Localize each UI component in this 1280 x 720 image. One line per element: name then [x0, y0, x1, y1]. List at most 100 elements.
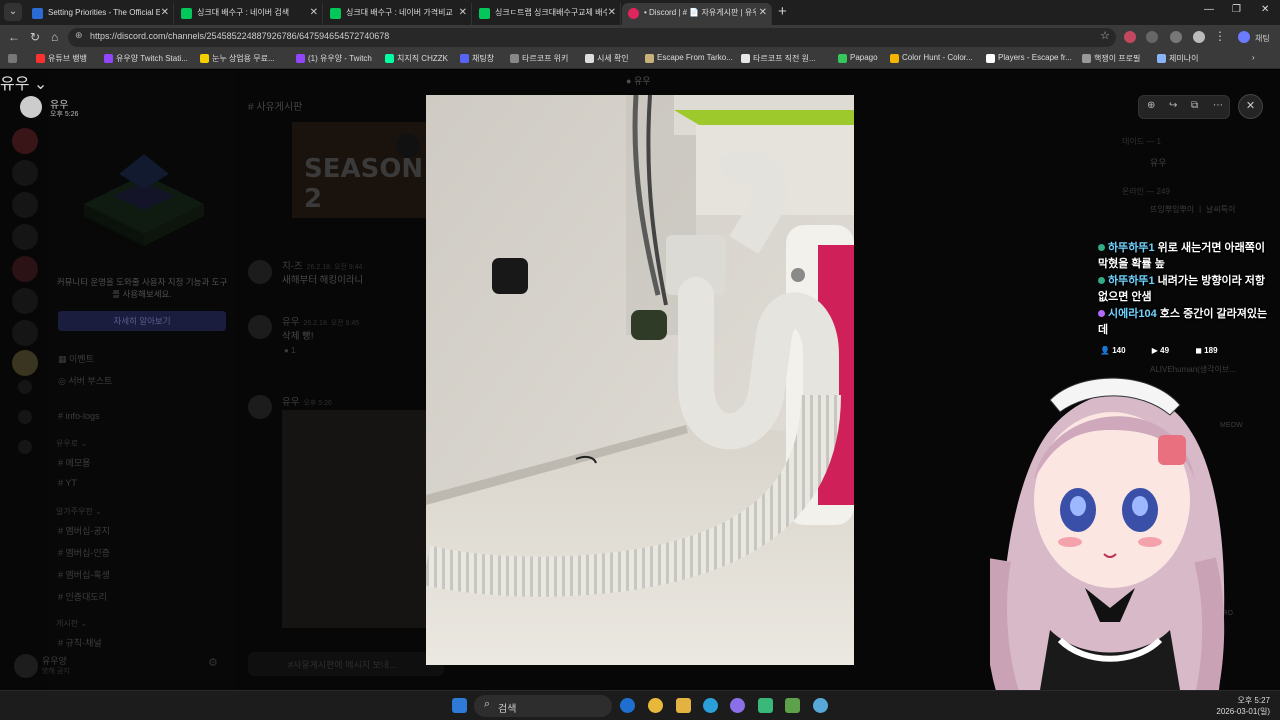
close-tab-icon[interactable]: ✕ — [459, 3, 467, 23]
app-icon[interactable] — [813, 698, 828, 713]
download-icon[interactable] — [18, 440, 32, 454]
profile-avatar[interactable] — [1193, 31, 1205, 43]
lightbox-image[interactable] — [426, 95, 854, 665]
server-avatar[interactable] — [20, 96, 42, 118]
home-icon[interactable]: ⌂ — [51, 30, 58, 44]
server-icon[interactable] — [12, 224, 38, 250]
bookmark-item[interactable]: 눈누 상업용 무료... — [200, 53, 275, 64]
more-bookmarks-icon[interactable]: › — [1252, 53, 1255, 62]
user-avatar[interactable] — [14, 654, 38, 678]
bookmark-item[interactable]: 타르코프 직전 원... — [741, 53, 816, 64]
bookmark-star-icon[interactable]: ☆ — [1100, 29, 1110, 42]
system-clock[interactable]: 오후 5:27 2026-03-01(일) — [1216, 695, 1270, 717]
server-icon[interactable] — [12, 350, 38, 376]
open-external-icon[interactable]: ⧉ — [1191, 100, 1198, 111]
browser-tab[interactable]: 싱크대 배수구 : 네이버 가격비교 ✕ — [324, 3, 472, 25]
bookmark-item[interactable]: 시세 확인 — [585, 53, 629, 64]
zoom-in-icon[interactable]: ⊕ — [1147, 100, 1155, 111]
address-bar[interactable]: ⊕ https://discord.com/channels/254585224… — [68, 28, 1116, 47]
browser-tab-active[interactable]: • Discord | # 📄 자유게시판 | 유우 ✕ — [622, 3, 772, 25]
server-icon[interactable] — [12, 288, 38, 314]
channel-item[interactable]: # 멤버십-공지 — [58, 524, 110, 537]
add-server-icon[interactable] — [18, 380, 32, 394]
server-icon[interactable] — [12, 320, 38, 346]
bookmark-item[interactable]: 타르코프 위키 — [510, 53, 568, 64]
close-tab-icon[interactable]: ✕ — [310, 3, 318, 23]
channel-item[interactable]: # info-logs — [58, 411, 100, 421]
more-icon[interactable]: ⋯ — [1213, 100, 1223, 111]
chat-button[interactable]: 채팅 — [1255, 32, 1270, 46]
member-item[interactable]: 뜨잉뿌잉뿌이 ㅣ 날씨특이 — [1150, 204, 1235, 215]
gemini-icon[interactable] — [1238, 31, 1250, 43]
close-window-button[interactable]: ✕ — [1261, 4, 1269, 15]
minimize-button[interactable]: — — [1204, 4, 1214, 15]
bookmark-item[interactable]: Papago — [838, 53, 878, 63]
menu-icon[interactable]: ⋮ — [1214, 29, 1226, 43]
bookmark-item[interactable]: 유우양 Twitch Stati... — [104, 53, 188, 64]
bookmark-item[interactable]: 제미나이 — [1157, 53, 1198, 64]
new-tab-button[interactable]: + — [778, 3, 787, 21]
channel-category[interactable]: 게시판 ⌄ — [56, 618, 87, 629]
reaction-pill[interactable]: ● 1 — [284, 346, 296, 355]
extension-puzzle-icon[interactable] — [1146, 31, 1158, 43]
message-author[interactable]: 치-즈 26.2.18. 오전 9:44 — [282, 258, 362, 272]
channel-category[interactable]: 유우로 ⌄ — [56, 438, 87, 449]
app-icon[interactable] — [785, 698, 800, 713]
browser-tab[interactable]: Setting Priorities - The Official Esc ✕ — [26, 3, 174, 25]
bookmark-item[interactable]: 유튜브 뱅뱅 — [36, 53, 87, 64]
avatar[interactable] — [248, 315, 272, 339]
video-embed-thumbnail[interactable]: SEASON 2 — [292, 122, 426, 218]
channel-item[interactable]: # YT — [58, 478, 77, 488]
channel-category[interactable]: 알가주우판 ⌄ — [56, 506, 102, 517]
avatar[interactable] — [248, 260, 272, 284]
close-lightbox-button[interactable]: ✕ — [1238, 94, 1263, 119]
close-tab-icon[interactable]: ✕ — [161, 3, 169, 23]
back-icon[interactable]: ← — [8, 30, 20, 44]
reload-icon[interactable]: ↻ — [30, 30, 40, 44]
bookmark-item[interactable]: (1) 유우양 - Twitch — [296, 53, 372, 64]
learn-more-button[interactable]: 자세히 알아보기 — [58, 311, 226, 331]
channel-item[interactable]: # 멤버십-인증 — [58, 546, 110, 559]
bookmark-item[interactable]: Players - Escape fr... — [986, 53, 1072, 63]
channel-item[interactable]: # 인증대도리 — [58, 590, 107, 603]
bookmark-item[interactable]: Escape From Tarko... — [645, 53, 733, 63]
channel-item[interactable]: ◎ 서버 부스트 — [58, 374, 112, 387]
site-info-icon[interactable]: ⊕ — [75, 30, 83, 41]
server-icon[interactable] — [12, 128, 38, 154]
browser-tab[interactable]: 싱크대 배수구 : 네이버 검색 ✕ — [175, 3, 323, 25]
message-composer[interactable]: #사유게시판에 메시지 보내... — [248, 652, 444, 676]
close-tab-icon[interactable]: ✕ — [608, 3, 616, 23]
channel-item[interactable]: # 멤버십-혹생 — [58, 568, 110, 581]
chrome-icon[interactable] — [648, 698, 663, 713]
message-author[interactable]: 유우 오후 5:26 — [282, 394, 332, 408]
app-icon[interactable] — [620, 698, 635, 713]
file-explorer-icon[interactable] — [676, 698, 691, 713]
image-attachment[interactable] — [282, 410, 426, 628]
play-icon[interactable] — [396, 134, 420, 158]
maximize-button[interactable]: ❐ — [1232, 4, 1241, 15]
channel-item[interactable]: # 메모용 — [58, 456, 90, 469]
bookmark-item[interactable]: Color Hunt - Color... — [890, 53, 973, 63]
browser-tab[interactable]: 싱크ㄷ트랩 싱크대배수구교체 배수구 ✕ — [473, 3, 621, 25]
settings-gear-icon[interactable]: ⚙ — [208, 656, 218, 669]
edge-icon[interactable] — [703, 698, 718, 713]
taskbar-search[interactable]: ⌕ 검색 — [474, 695, 612, 717]
server-icon[interactable] — [12, 160, 38, 186]
server-icon[interactable] — [12, 192, 38, 218]
member-item[interactable]: 유우 — [1150, 156, 1167, 169]
server-icon[interactable] — [12, 256, 38, 282]
tab-search-button[interactable]: ⌄ — [4, 3, 22, 21]
notepad-icon[interactable] — [758, 698, 773, 713]
bookmark-item[interactable]: 치지직 CHZZK — [385, 53, 448, 64]
bookmarks-icon[interactable] — [1170, 31, 1182, 43]
share-icon[interactable]: ↪ — [1169, 100, 1177, 111]
explore-icon[interactable] — [18, 410, 32, 424]
avatar[interactable] — [248, 395, 272, 419]
bookmark-item[interactable]: 채팅창 — [460, 53, 494, 64]
discord-taskbar-icon[interactable] — [730, 698, 745, 713]
windows-start-icon[interactable] — [452, 698, 467, 713]
close-tab-icon[interactable]: ✕ — [759, 3, 767, 23]
extension-icon[interactable] — [1124, 31, 1136, 43]
channel-item[interactable]: ▦ 이벤트 — [58, 352, 94, 365]
message-author[interactable]: 유우 26.2.18. 오전 9:45 — [282, 314, 359, 328]
